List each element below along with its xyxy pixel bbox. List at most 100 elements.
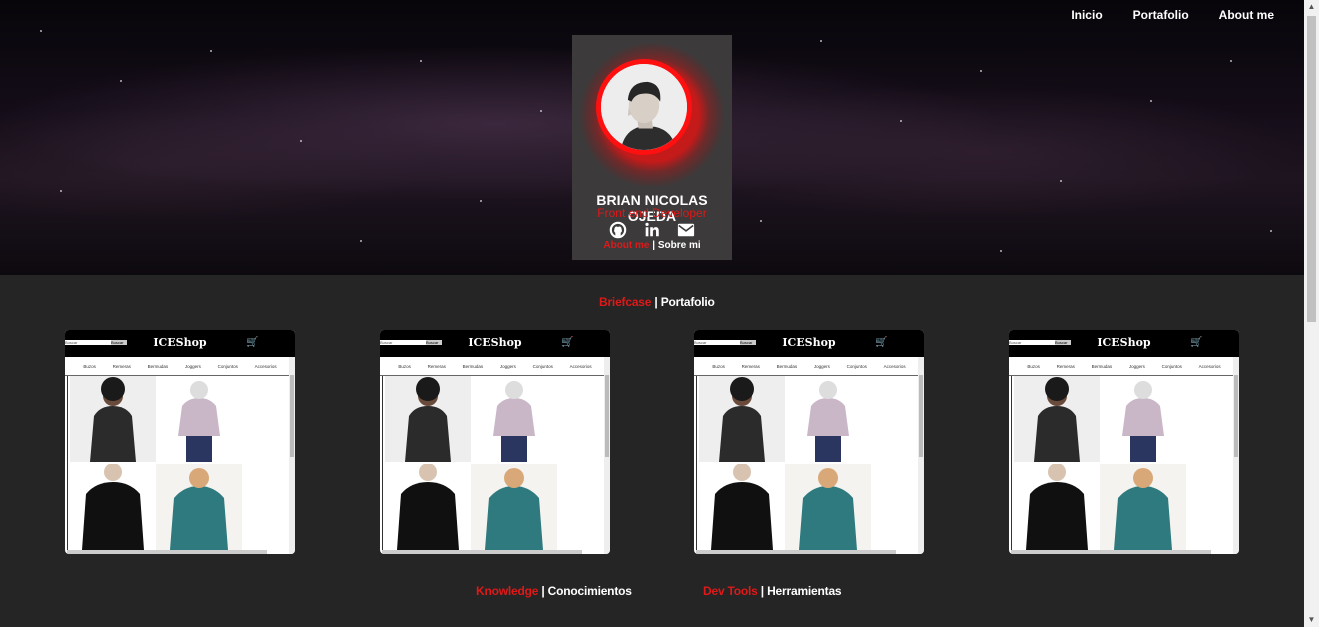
project-menu-item: Buzos <box>712 363 725 369</box>
nav-link-about[interactable]: About me <box>1219 8 1274 22</box>
project-card[interactable]: Buscar Buscar ICEShop 🛒 Buzos Remeras Berm… <box>65 330 295 554</box>
project-hscrollbar <box>696 550 896 554</box>
project-brand: ICEShop <box>1097 336 1151 349</box>
knowledge-title-en: Knowledge <box>476 584 539 598</box>
product-image <box>385 464 471 550</box>
project-menu-item: Conjuntos <box>846 363 867 369</box>
about-link[interactable]: About me | Sobre mi <box>572 240 732 251</box>
project-menu-item: Accesorios <box>254 363 277 369</box>
project-menu-item: Remeras <box>741 363 760 369</box>
project-menu-item: Joggers <box>184 363 201 369</box>
product-image <box>471 464 557 550</box>
project-scrollbar <box>918 357 924 554</box>
project-menu-item: Remeras <box>112 363 131 369</box>
product-image <box>156 376 242 462</box>
product-grid <box>1011 376 1233 550</box>
product-image <box>1100 464 1186 550</box>
product-image <box>785 376 871 462</box>
knowledge-title-sep: | <box>538 584 548 598</box>
project-header: Buscar Buscar ICEShop 🛒 <box>380 330 610 357</box>
cart-icon: 🛒 <box>246 337 259 348</box>
project-menu: Buzos Remeras Bermudas Joggers Conjuntos Acce… <box>380 357 610 375</box>
product-image <box>70 376 156 462</box>
project-menu: Buzos Remeras Bermudas Joggers Conjuntos Acce… <box>694 357 924 375</box>
product-grid <box>67 376 289 550</box>
project-menu-item: Buzos <box>1027 363 1040 369</box>
product-image <box>385 376 471 462</box>
scroll-up-icon[interactable]: ▲ <box>1304 0 1319 14</box>
scrollbar-thumb[interactable] <box>1307 16 1316 322</box>
project-menu: Buzos Remeras Bermudas Joggers Conjuntos Acce… <box>1009 357 1239 375</box>
devtools-title: Dev Tools | Herramientas <box>703 584 842 598</box>
project-brand: ICEShop <box>782 336 836 349</box>
about-en: About me <box>603 240 650 251</box>
project-hscrollbar <box>1011 550 1211 554</box>
project-brand: ICEShop <box>153 336 207 349</box>
project-menu-item: Bermudas <box>147 363 169 369</box>
project-menu-item: Bermudas <box>776 363 798 369</box>
about-sep: | <box>649 240 658 251</box>
project-menu-item: Remeras <box>1056 363 1075 369</box>
profile-role: Front end Developer <box>597 206 707 220</box>
devtools-title-es: Herramientas <box>767 584 842 598</box>
portfolio-title-sep: | <box>651 295 661 309</box>
nav-link-inicio[interactable]: Inicio <box>1071 8 1102 22</box>
product-image <box>70 464 156 550</box>
product-image <box>699 464 785 550</box>
nav-link-portafolio[interactable]: Portafolio <box>1133 8 1189 22</box>
project-menu-item: Accesorios <box>883 363 906 369</box>
project-menu-item: Conjuntos <box>532 363 553 369</box>
project-menu-item: Joggers <box>813 363 830 369</box>
project-brand: ICEShop <box>468 336 522 349</box>
devtools-title-sep: | <box>757 584 768 598</box>
product-image <box>1014 376 1100 462</box>
project-menu-item: Conjuntos <box>1161 363 1182 369</box>
project-menu-item: Joggers <box>1128 363 1145 369</box>
project-header: Buscar Buscar ICEShop 🛒 <box>694 330 924 357</box>
portfolio-title-en: Briefcase <box>599 295 652 309</box>
project-scrollbar <box>1233 357 1239 554</box>
page-scrollbar[interactable]: ▲ ▼ <box>1304 0 1319 627</box>
project-menu: Buzos Remeras Bermudas Joggers Conjuntos Acce… <box>65 357 295 375</box>
portfolio-title: Briefcase | Portafolio <box>599 295 715 309</box>
product-image <box>699 376 785 462</box>
project-scrollbar <box>604 357 610 554</box>
project-menu-item: Conjuntos <box>217 363 238 369</box>
knowledge-title-es: Conocimientos <box>547 584 632 598</box>
project-menu-item: Buzos <box>398 363 411 369</box>
github-icon[interactable] <box>608 221 628 239</box>
about-es: Sobre mi <box>657 240 701 251</box>
portfolio-title-es: Portafolio <box>660 295 715 309</box>
cart-icon: 🛒 <box>875 337 888 348</box>
project-menu-item: Bermudas <box>462 363 484 369</box>
cart-icon: 🛒 <box>561 337 574 348</box>
scroll-down-icon[interactable]: ▼ <box>1304 613 1319 627</box>
product-grid <box>382 376 604 550</box>
project-menu-item: Buzos <box>83 363 96 369</box>
project-scrollbar <box>289 357 295 554</box>
devtools-title-en: Dev Tools <box>703 584 758 598</box>
product-image <box>1100 376 1186 462</box>
top-nav: Inicio Portafolio About me <box>1071 8 1274 22</box>
hero-banner: Inicio Portafolio About me BRIAN NICOLAS… <box>0 0 1304 275</box>
project-card[interactable]: Buscar Buscar ICEShop 🛒 Buzos Remeras Berm… <box>694 330 924 554</box>
project-header: Buscar Buscar ICEShop 🛒 <box>65 330 295 357</box>
product-image <box>1014 464 1100 550</box>
project-header: Buscar Buscar ICEShop 🛒 <box>1009 330 1239 357</box>
mail-icon[interactable] <box>676 221 696 239</box>
cart-icon: 🛒 <box>1190 337 1203 348</box>
social-links <box>572 221 732 239</box>
project-card[interactable]: Buscar Buscar ICEShop 🛒 Buzos Remeras Berm… <box>380 330 610 554</box>
profile-card: BRIAN NICOLAS OJEDA Front end Developer … <box>572 35 732 260</box>
project-menu-item: Accesorios <box>1198 363 1221 369</box>
linkedin-icon[interactable] <box>642 221 662 239</box>
project-card[interactable]: Buscar Buscar ICEShop 🛒 Buzos Remeras Berm… <box>1009 330 1239 554</box>
project-menu-item: Joggers <box>499 363 516 369</box>
product-image <box>156 464 242 550</box>
project-hscrollbar <box>67 550 267 554</box>
project-menu-item: Remeras <box>427 363 446 369</box>
project-hscrollbar <box>382 550 582 554</box>
project-menu-item: Accesorios <box>569 363 592 369</box>
knowledge-title: Knowledge | Conocimientos <box>476 584 632 598</box>
product-image <box>471 376 557 462</box>
